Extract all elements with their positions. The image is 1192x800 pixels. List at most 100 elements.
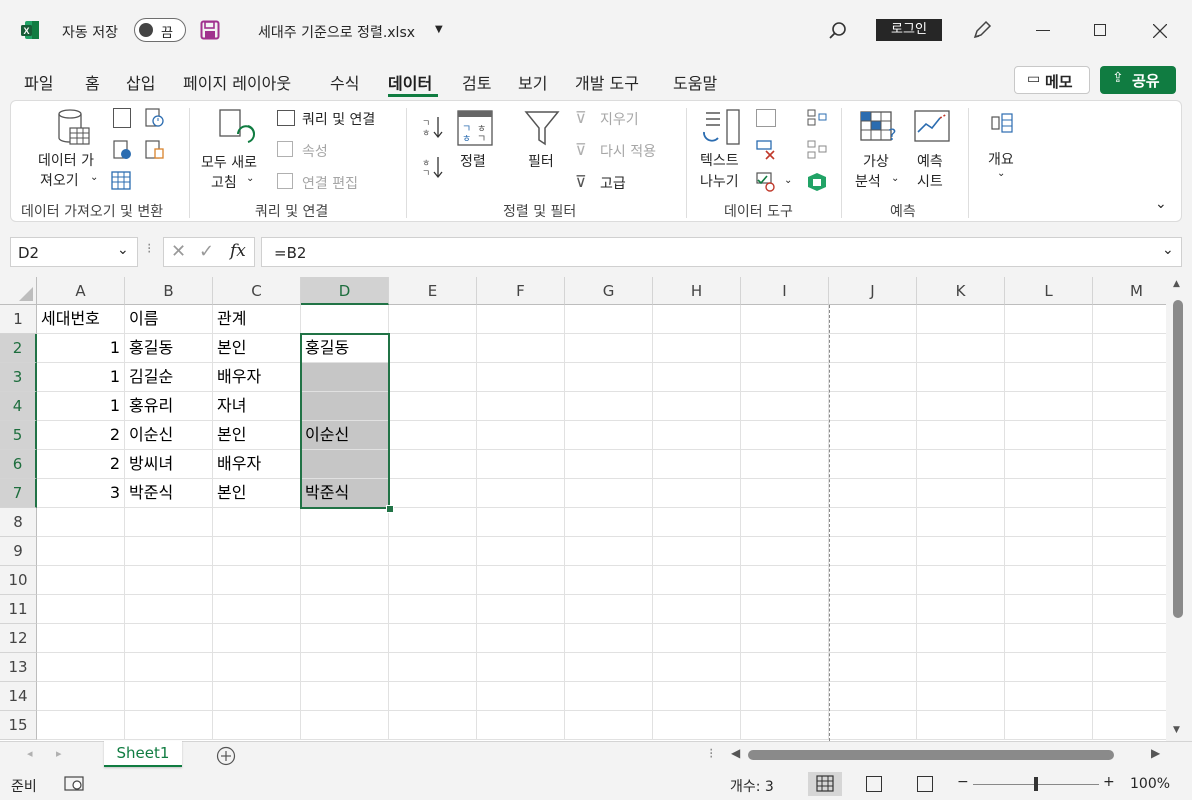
cell-f1[interactable]: [477, 305, 565, 334]
scroll-right-icon[interactable]: ▶: [1151, 746, 1160, 760]
cell-e15[interactable]: [389, 711, 477, 740]
tab-view[interactable]: 보기: [518, 70, 547, 94]
cell-l12[interactable]: [1005, 624, 1093, 653]
cell-e1[interactable]: [389, 305, 477, 334]
cell-f6[interactable]: [477, 450, 565, 479]
cell-c12[interactable]: [213, 624, 301, 653]
cell-g4[interactable]: [565, 392, 653, 421]
scroll-left-icon[interactable]: ◀: [731, 746, 740, 760]
cell-l15[interactable]: [1005, 711, 1093, 740]
cell-b7[interactable]: 박준식: [125, 479, 213, 508]
tab-review[interactable]: 검토: [462, 70, 491, 94]
cell-b12[interactable]: [125, 624, 213, 653]
cell-g5[interactable]: [565, 421, 653, 450]
cell-j8[interactable]: [829, 508, 917, 537]
cell-m2[interactable]: [1093, 334, 1166, 363]
cell-m14[interactable]: [1093, 682, 1166, 711]
from-text-icon[interactable]: [113, 108, 131, 128]
scroll-sheets-left-icon[interactable]: ◂: [27, 747, 33, 760]
cancel-icon[interactable]: ✕: [171, 241, 186, 262]
cell-h4[interactable]: [653, 392, 741, 421]
cell-j5[interactable]: [829, 421, 917, 450]
cell-j6[interactable]: [829, 450, 917, 479]
column-header-d[interactable]: D: [301, 277, 389, 305]
cell-c9[interactable]: [213, 537, 301, 566]
cell-e11[interactable]: [389, 595, 477, 624]
cell-l10[interactable]: [1005, 566, 1093, 595]
cell-m4[interactable]: [1093, 392, 1166, 421]
cell-k8[interactable]: [917, 508, 1005, 537]
cell-e3[interactable]: [389, 363, 477, 392]
cell-c13[interactable]: [213, 653, 301, 682]
cell-k11[interactable]: [917, 595, 1005, 624]
cell-d12[interactable]: [301, 624, 389, 653]
column-header-j[interactable]: J: [829, 277, 917, 305]
cell-e6[interactable]: [389, 450, 477, 479]
cell-g3[interactable]: [565, 363, 653, 392]
cell-h12[interactable]: [653, 624, 741, 653]
data-model-icon[interactable]: [807, 172, 827, 192]
enter-icon[interactable]: ✓: [199, 241, 214, 262]
outline-icon[interactable]: [991, 113, 1013, 133]
add-sheet-icon[interactable]: [216, 746, 236, 766]
cell-c6[interactable]: 배우자: [213, 450, 301, 479]
sort-dialog-icon[interactable]: ㄱㅎㅎㄱ: [457, 110, 493, 146]
cell-c8[interactable]: [213, 508, 301, 537]
cell-d11[interactable]: [301, 595, 389, 624]
cell-e7[interactable]: [389, 479, 477, 508]
formula-input[interactable]: =B2 ⌄: [261, 237, 1182, 267]
cell-f11[interactable]: [477, 595, 565, 624]
cell-d1[interactable]: [301, 305, 389, 334]
cell-m9[interactable]: [1093, 537, 1166, 566]
cell-k5[interactable]: [917, 421, 1005, 450]
relationships-icon[interactable]: [807, 140, 827, 160]
cell-c3[interactable]: 배우자: [213, 363, 301, 392]
save-icon[interactable]: [200, 20, 220, 40]
maximize-icon[interactable]: [1094, 24, 1106, 36]
cell-i3[interactable]: [741, 363, 829, 392]
get-data-label-1[interactable]: 데이터 가: [38, 150, 94, 170]
cell-e10[interactable]: [389, 566, 477, 595]
cell-f13[interactable]: [477, 653, 565, 682]
edit-links-button[interactable]: 연결 편집: [302, 173, 358, 193]
cell-i14[interactable]: [741, 682, 829, 711]
cell-f5[interactable]: [477, 421, 565, 450]
tab-data[interactable]: 데이터: [388, 70, 432, 94]
cell-i5[interactable]: [741, 421, 829, 450]
drag-handle-icon[interactable]: ⁝: [147, 241, 151, 257]
flash-fill-icon[interactable]: [756, 109, 776, 127]
forecast-label-2[interactable]: 시트: [917, 171, 943, 191]
column-header-i[interactable]: I: [741, 277, 829, 305]
cell-a4[interactable]: 1: [37, 392, 125, 421]
cell-f4[interactable]: [477, 392, 565, 421]
cell-j7[interactable]: [829, 479, 917, 508]
cell-k10[interactable]: [917, 566, 1005, 595]
cell-k1[interactable]: [917, 305, 1005, 334]
sheet-tab-sheet1[interactable]: Sheet1: [104, 741, 182, 767]
row-header-5[interactable]: 5: [0, 421, 37, 450]
cell-f2[interactable]: [477, 334, 565, 363]
cell-f10[interactable]: [477, 566, 565, 595]
cell-b5[interactable]: 이순신: [125, 421, 213, 450]
forecast-label-1[interactable]: 예측: [917, 151, 943, 171]
cell-h1[interactable]: [653, 305, 741, 334]
cell-i6[interactable]: [741, 450, 829, 479]
cell-b11[interactable]: [125, 595, 213, 624]
cell-a3[interactable]: 1: [37, 363, 125, 392]
cell-g14[interactable]: [565, 682, 653, 711]
cell-d6[interactable]: [301, 450, 389, 479]
cell-k12[interactable]: [917, 624, 1005, 653]
accessibility-icon[interactable]: [64, 776, 84, 792]
text-to-columns-label-1[interactable]: 텍스트: [700, 150, 739, 170]
cell-b1[interactable]: 이름: [125, 305, 213, 334]
filter-button[interactable]: 필터: [528, 151, 554, 171]
cell-g2[interactable]: [565, 334, 653, 363]
column-header-h[interactable]: H: [653, 277, 741, 305]
cell-l1[interactable]: [1005, 305, 1093, 334]
cell-a15[interactable]: [37, 711, 125, 740]
zoom-out-icon[interactable]: −: [957, 774, 969, 790]
cell-e4[interactable]: [389, 392, 477, 421]
cell-f7[interactable]: [477, 479, 565, 508]
tab-file[interactable]: 파일: [24, 70, 53, 94]
cell-e14[interactable]: [389, 682, 477, 711]
